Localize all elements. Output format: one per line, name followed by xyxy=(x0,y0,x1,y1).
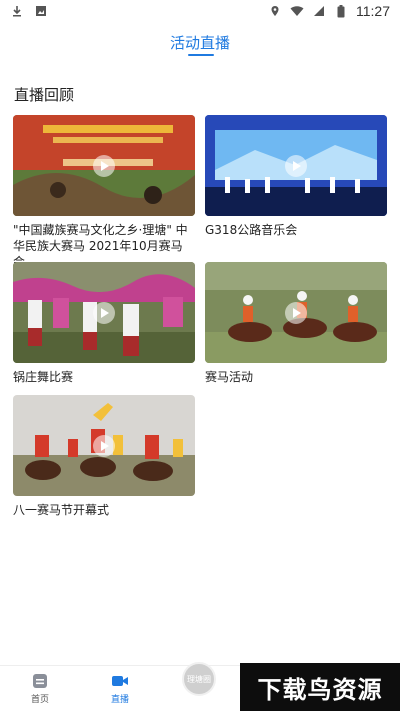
video-title: 八一赛马节开幕式 xyxy=(13,503,110,517)
nav-label-live: 直播 xyxy=(110,695,129,705)
litang-circle-button[interactable]: 理塘圈 xyxy=(182,662,216,696)
video-thumbnail[interactable] xyxy=(13,262,195,363)
play-icon xyxy=(93,301,115,324)
wifi-icon xyxy=(290,4,304,18)
nav-item-home[interactable]: 首页 xyxy=(20,672,60,705)
video-card[interactable]: "中国藏族赛马文化之乡·理塘" 中华民族大赛马 2021年10月赛马会... xyxy=(13,115,195,270)
play-icon xyxy=(93,154,115,177)
video-thumbnail[interactable] xyxy=(13,395,195,496)
title-underline xyxy=(188,54,214,56)
status-time: 11:27 xyxy=(356,3,390,19)
video-thumbnail[interactable] xyxy=(13,115,195,216)
section-title: 直播回顾 xyxy=(14,86,75,104)
nav-item-live[interactable]: 直播 xyxy=(100,672,140,705)
header: 活动直播 xyxy=(0,22,400,66)
image-icon xyxy=(34,4,48,18)
status-bar: 11:27 xyxy=(0,0,400,22)
nav-label-home: 首页 xyxy=(30,695,49,705)
video-thumbnail[interactable] xyxy=(205,262,387,363)
home-icon xyxy=(31,672,49,690)
video-card[interactable]: 八一赛马节开幕式 xyxy=(13,395,195,518)
video-title: 锅庄舞比赛 xyxy=(13,370,74,384)
video-title: G318公路音乐会 xyxy=(205,223,298,237)
battery-icon xyxy=(334,4,348,18)
page-title[interactable]: 活动直播 xyxy=(0,32,400,53)
video-title: 赛马活动 xyxy=(205,370,254,384)
play-icon xyxy=(285,301,307,324)
video-thumbnail[interactable] xyxy=(205,115,387,216)
download-icon xyxy=(10,4,24,18)
play-icon xyxy=(285,154,307,177)
video-icon xyxy=(111,672,129,690)
video-card[interactable]: G318公路音乐会 xyxy=(205,115,387,238)
video-card[interactable]: 锅庄舞比赛 xyxy=(13,262,195,385)
location-icon xyxy=(268,4,282,18)
signal-icon xyxy=(312,4,326,18)
watermark: 下载鸟资源 xyxy=(240,663,400,711)
play-icon xyxy=(93,434,115,457)
video-card[interactable]: 赛马活动 xyxy=(205,262,387,385)
